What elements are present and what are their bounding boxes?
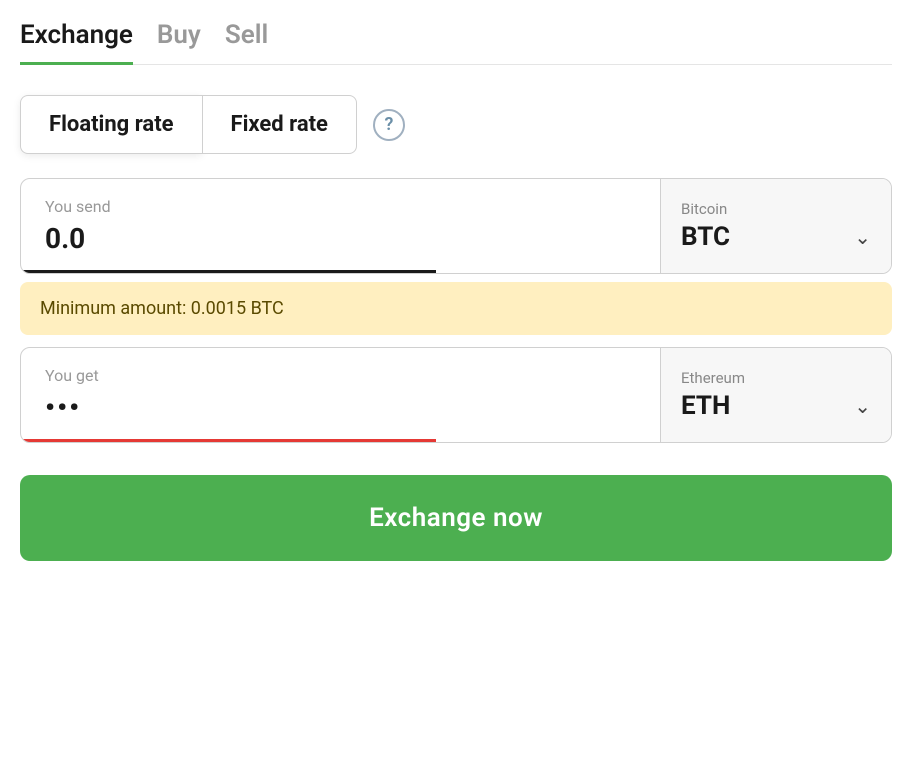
receive-underline <box>21 439 436 442</box>
floating-rate-button[interactable]: Floating rate <box>20 95 202 154</box>
send-row: You send Bitcoin BTC ⌄ <box>20 178 892 274</box>
send-currency-selector[interactable]: Bitcoin BTC ⌄ <box>661 179 891 273</box>
receive-amount-value: ••• <box>45 391 636 424</box>
receive-label: You get <box>45 366 636 385</box>
receive-currency-name: Ethereum <box>681 369 871 387</box>
rate-selector: Floating rate Fixed rate ? <box>20 95 892 154</box>
receive-currency-code: ETH <box>681 391 730 421</box>
receive-currency-chevron-icon: ⌄ <box>854 394 871 418</box>
send-input-area: You send <box>21 179 661 273</box>
tab-exchange[interactable]: Exchange <box>20 20 133 65</box>
tab-sell[interactable]: Sell <box>225 20 268 65</box>
send-amount-input[interactable] <box>45 222 636 255</box>
tab-buy[interactable]: Buy <box>157 20 201 65</box>
receive-currency-row: ETH ⌄ <box>681 391 871 421</box>
exchange-now-button[interactable]: Exchange now <box>20 475 892 561</box>
receive-row: You get ••• Ethereum ETH ⌄ <box>20 347 892 443</box>
send-currency-code: BTC <box>681 222 730 252</box>
help-icon[interactable]: ? <box>373 109 405 141</box>
minimum-amount-warning: Minimum amount: 0.0015 BTC <box>20 282 892 335</box>
main-container: Exchange Buy Sell Floating rate Fixed ra… <box>20 20 892 752</box>
send-currency-row: BTC ⌄ <box>681 222 871 252</box>
receive-currency-selector[interactable]: Ethereum ETH ⌄ <box>661 348 891 442</box>
send-currency-chevron-icon: ⌄ <box>854 225 871 249</box>
receive-input-area: You get ••• <box>21 348 661 442</box>
send-currency-name: Bitcoin <box>681 200 871 218</box>
form-area: You send Bitcoin BTC ⌄ Minimum amount: 0… <box>20 178 892 443</box>
send-underline <box>21 270 436 273</box>
send-label: You send <box>45 197 636 216</box>
fixed-rate-button[interactable]: Fixed rate <box>202 95 357 154</box>
nav-tabs: Exchange Buy Sell <box>20 20 892 65</box>
